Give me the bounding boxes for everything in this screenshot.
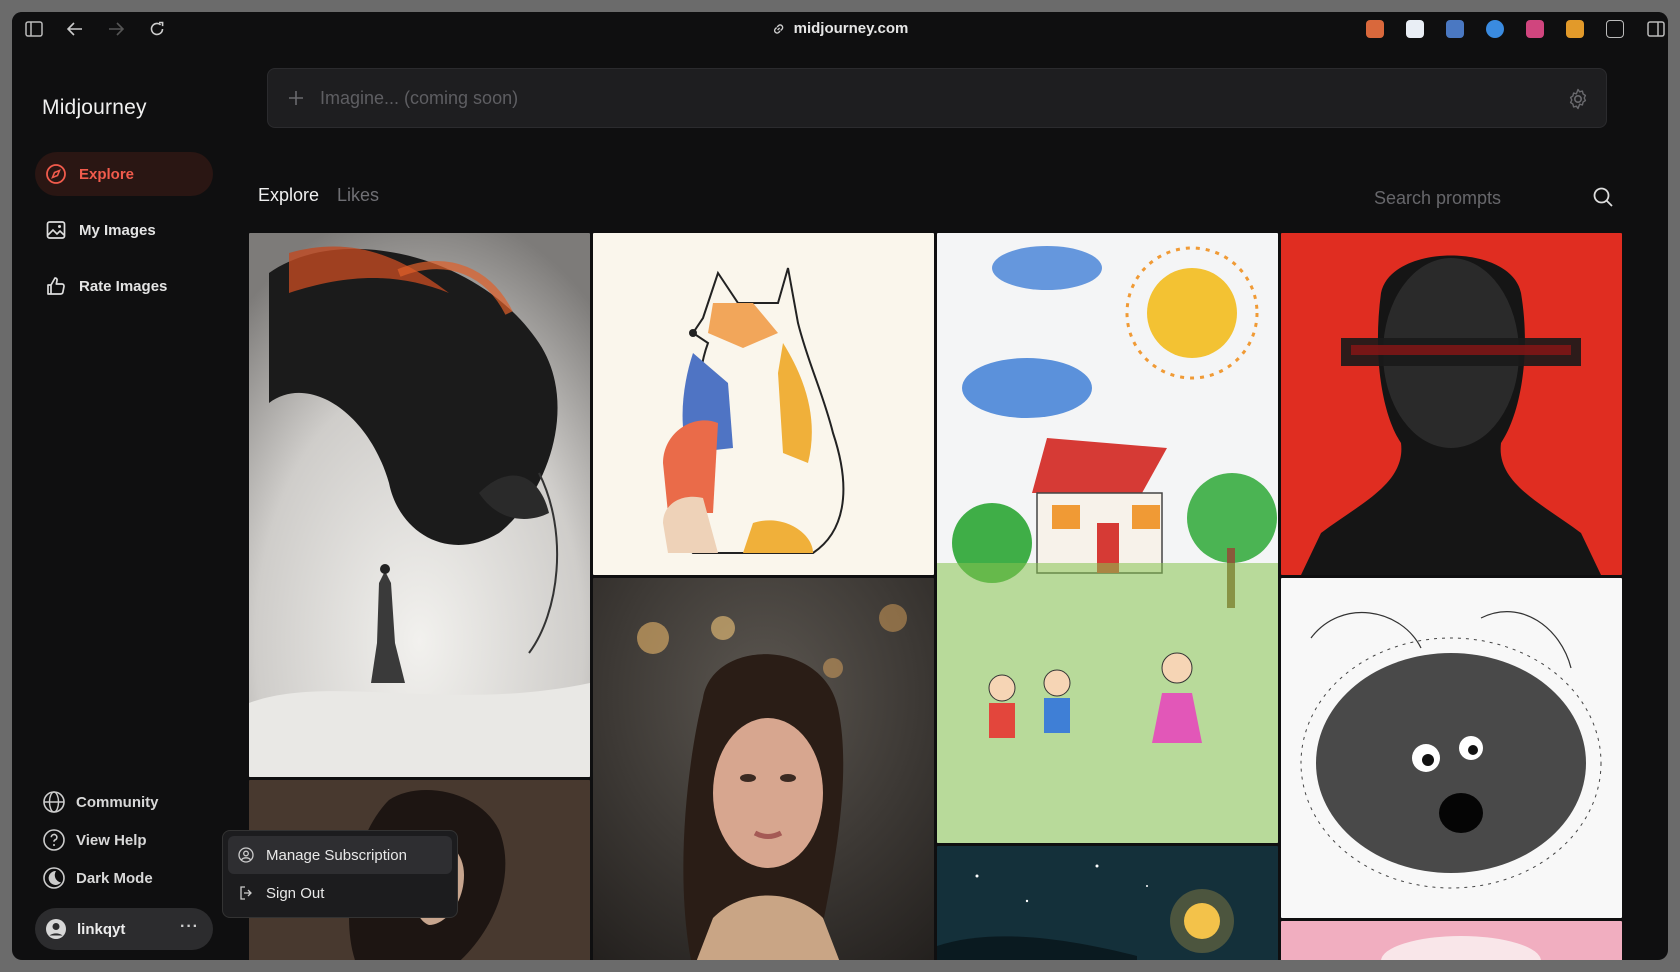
imagine-prompt-bar — [267, 68, 1607, 128]
sidebar-item-community[interactable]: Community — [42, 790, 159, 814]
menu-item-label: Manage Subscription — [266, 846, 407, 864]
search-input[interactable] — [1374, 187, 1574, 209]
url-text: midjourney.com — [793, 20, 909, 37]
user-circle-icon — [238, 847, 254, 863]
sign-out-icon — [240, 886, 252, 900]
manage-subscription-item[interactable]: Manage Subscription — [228, 836, 452, 874]
sign-out-item[interactable]: Sign Out — [228, 874, 452, 912]
tab-likes[interactable]: Likes — [337, 185, 379, 206]
sidebar-item-label: View Help — [76, 831, 147, 849]
thumbs-up-icon — [47, 277, 65, 295]
link-icon — [773, 23, 784, 34]
extension-icon[interactable] — [1406, 20, 1424, 38]
gallery-image-child-drawing[interactable] — [937, 233, 1278, 843]
compass-icon — [46, 164, 66, 184]
avatar-icon — [46, 919, 66, 939]
sidebar: Midjourney Explore My Images Rate Images… — [12, 46, 234, 960]
extension-icon[interactable] — [1446, 20, 1464, 38]
image-icon — [46, 221, 66, 239]
imagine-input[interactable] — [320, 87, 1500, 109]
sidebar-item-label: Rate Images — [79, 277, 168, 295]
sidebar-item-label: Explore — [79, 165, 135, 183]
gallery-image-shiba-lineart[interactable] — [593, 233, 934, 575]
sidebar-item-label: My Images — [79, 221, 156, 239]
user-menu-popup: Manage Subscription Sign Out — [222, 830, 458, 918]
gallery-image-woman-bokeh[interactable] — [593, 578, 934, 960]
gallery-image-dragon[interactable] — [249, 233, 590, 777]
globe-icon — [43, 791, 65, 813]
brand-logo[interactable]: Midjourney — [42, 96, 147, 120]
gallery-tabs: Explore Likes — [258, 185, 379, 206]
gallery-image-night-sky[interactable] — [937, 846, 1278, 960]
help-circle-icon — [43, 829, 65, 851]
browser-toolbar: midjourney.com — [12, 12, 1668, 46]
tab-explore[interactable]: Explore — [258, 185, 319, 206]
plus-icon[interactable] — [288, 90, 304, 106]
username: linkqyt — [77, 920, 126, 938]
sidebar-item-rate-images[interactable]: Rate Images — [35, 264, 213, 308]
sidebar-item-label: Dark Mode — [76, 869, 153, 887]
extensions-menu-icon[interactable] — [1606, 20, 1624, 38]
extension-icon[interactable] — [1486, 20, 1504, 38]
menu-item-label: Sign Out — [266, 884, 325, 902]
user-account-button[interactable]: linkqyt ··· — [35, 908, 213, 950]
extension-icon[interactable] — [1366, 20, 1384, 38]
extension-icon[interactable] — [1526, 20, 1544, 38]
extension-icon[interactable] — [1566, 20, 1584, 38]
gallery-image-red-portrait[interactable] — [1281, 233, 1622, 575]
sidebar-item-my-images[interactable]: My Images — [35, 208, 213, 252]
forward-icon[interactable] — [106, 19, 126, 39]
gallery-image-scribble-creature[interactable] — [1281, 578, 1622, 918]
more-options-icon[interactable]: ··· — [180, 918, 199, 936]
sidebar-toggle-icon[interactable] — [24, 19, 44, 39]
reload-icon[interactable] — [147, 19, 167, 39]
address-bar[interactable]: midjourney.com — [772, 20, 909, 37]
sidebar-item-explore[interactable]: Explore — [35, 152, 213, 196]
sidebar-item-view-help[interactable]: View Help — [42, 828, 147, 852]
moon-icon — [43, 867, 65, 889]
settings-gear-icon[interactable] — [1566, 87, 1590, 111]
back-icon[interactable] — [65, 19, 85, 39]
sidebar-item-dark-mode[interactable]: Dark Mode — [42, 866, 153, 890]
split-view-icon[interactable] — [1646, 19, 1666, 39]
browser-window: midjourney.com Midjourney Explore My Ima… — [12, 12, 1668, 960]
sidebar-item-label: Community — [76, 793, 159, 811]
search-prompts — [1374, 184, 1614, 212]
search-icon[interactable] — [1592, 186, 1614, 208]
gallery-image-pink-partial[interactable] — [1281, 921, 1622, 960]
